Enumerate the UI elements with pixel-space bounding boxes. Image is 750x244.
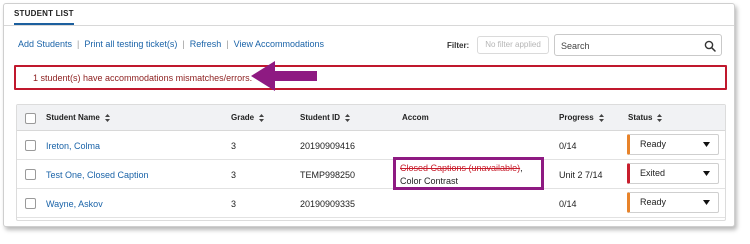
sort-icon[interactable]: [657, 113, 663, 122]
alert-message: 1 student(s) have accommodations mismatc…: [33, 73, 253, 83]
column-header-status[interactable]: Status: [628, 113, 663, 122]
filter-label: Filter:: [447, 41, 470, 50]
column-header-progress[interactable]: Progress: [559, 113, 604, 122]
caret-down-icon: [703, 200, 710, 205]
search-input[interactable]: [559, 38, 699, 53]
sort-icon[interactable]: [345, 113, 350, 122]
table-header: Student Name Grade Student ID Accom Prog…: [17, 105, 725, 131]
status-value: Exited: [640, 168, 666, 178]
student-name-link[interactable]: Wayne, Askov: [46, 199, 103, 209]
table-row: Wayne, Askov 3 20190909335 0/14 Ready: [17, 189, 725, 218]
tab-student-list[interactable]: STUDENT LIST: [14, 9, 74, 25]
column-label: Student ID: [300, 113, 340, 122]
grade-cell: 3: [231, 170, 237, 180]
accommodation-error-alert: 1 student(s) have accommodations mismatc…: [14, 65, 727, 90]
student-table: Student Name Grade Student ID Accom Prog…: [16, 104, 726, 221]
column-label: Grade: [231, 113, 255, 122]
student-name-link[interactable]: Test One, Closed Caption: [46, 170, 149, 180]
column-header-accom: Accom: [402, 113, 429, 122]
search-icon[interactable]: [704, 40, 716, 52]
row-checkbox[interactable]: [25, 198, 36, 209]
column-label: Status: [628, 113, 653, 122]
column-header-student-name[interactable]: Student Name: [46, 113, 110, 122]
print-tickets-link[interactable]: Print all testing ticket(s): [84, 39, 177, 49]
filter-value[interactable]: No filter applied: [477, 36, 549, 54]
grade-cell: 3: [231, 199, 237, 209]
tab-bar: STUDENT LIST: [4, 4, 734, 26]
progress-cell: Unit 2 7/14: [559, 170, 603, 180]
action-bar: Add Students | Print all testing ticket(…: [18, 37, 324, 51]
add-students-link[interactable]: Add Students: [18, 39, 72, 49]
sort-icon[interactable]: [259, 113, 265, 122]
row-checkbox[interactable]: [25, 140, 36, 151]
annotation-arrow-icon: [251, 61, 317, 91]
sort-icon[interactable]: [104, 113, 110, 122]
caret-down-icon: [703, 142, 710, 147]
table-row: Test One, Closed Caption 3 TEMP998250 Un…: [17, 160, 725, 189]
student-id-cell: 20190909335: [300, 199, 356, 209]
caret-down-icon: [703, 171, 710, 176]
column-label: Progress: [559, 113, 594, 122]
view-accommodations-link[interactable]: View Accommodations: [234, 39, 324, 49]
sort-icon[interactable]: [598, 113, 604, 122]
status-value: Ready: [640, 197, 667, 207]
separator: |: [77, 39, 80, 49]
row-checkbox[interactable]: [25, 169, 36, 180]
select-all-checkbox[interactable]: [25, 113, 36, 124]
progress-cell: 0/14: [559, 141, 577, 151]
status-dropdown[interactable]: Ready: [627, 192, 719, 213]
refresh-link[interactable]: Refresh: [190, 39, 222, 49]
student-id-cell: 20190909416: [300, 141, 356, 151]
column-header-student-id[interactable]: Student ID: [300, 113, 350, 122]
column-label: Student Name: [46, 113, 100, 122]
progress-cell: 0/14: [559, 199, 577, 209]
separator: |: [182, 39, 185, 49]
status-dropdown[interactable]: Exited: [627, 163, 719, 184]
separator: |: [226, 39, 229, 49]
status-dropdown[interactable]: Ready: [627, 134, 719, 155]
student-name-link[interactable]: Ireton, Colma: [46, 141, 100, 151]
student-list-panel: STUDENT LIST Add Students | Print all te…: [3, 3, 735, 227]
accommodation-mismatch-highlight: Closed Captions (unavailable), Color Con…: [393, 157, 544, 190]
table-row: Ireton, Colma 3 20190909416 0/14 Ready: [17, 131, 725, 160]
column-header-grade[interactable]: Grade: [231, 113, 265, 122]
column-label: Accom: [402, 113, 429, 122]
grade-cell: 3: [231, 141, 237, 151]
student-id-cell: TEMP998250: [300, 170, 356, 180]
unavailable-accommodation: Closed Captions (unavailable): [400, 163, 521, 173]
status-value: Ready: [640, 139, 667, 149]
search-field[interactable]: [554, 34, 722, 56]
